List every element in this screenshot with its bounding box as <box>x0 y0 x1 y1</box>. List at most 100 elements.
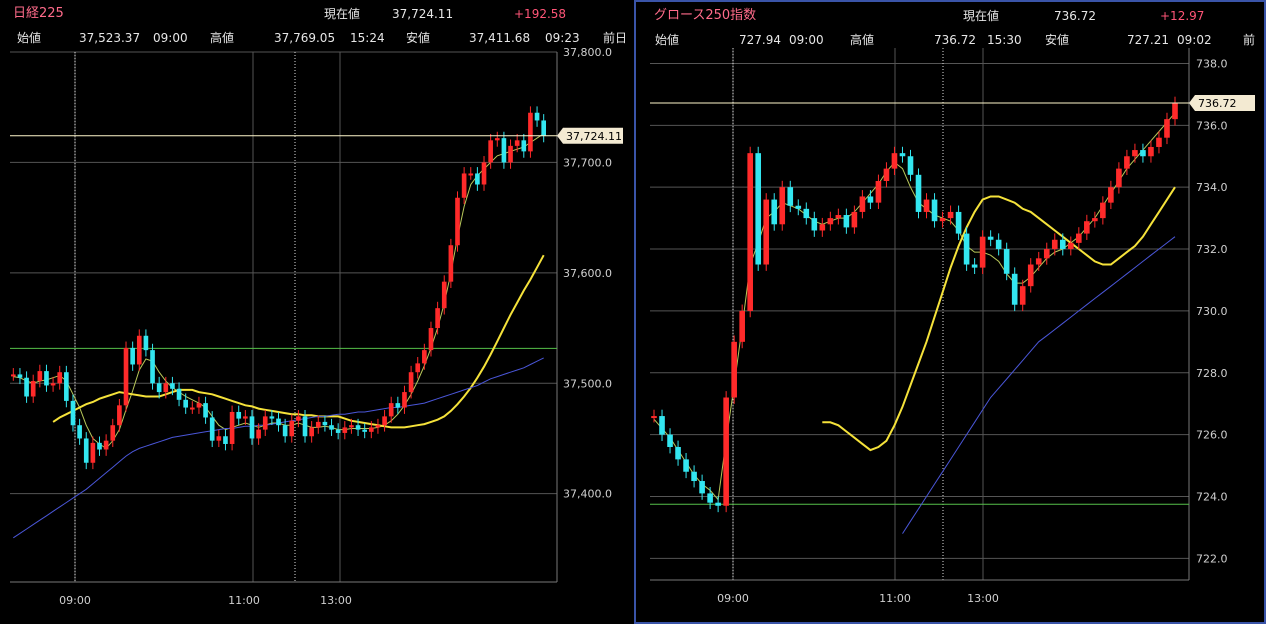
candle-body <box>739 310 745 342</box>
candle-body <box>223 436 228 444</box>
current-price-label: 736.72 <box>1198 97 1237 110</box>
candle-body <box>216 436 222 441</box>
candle-body <box>150 350 155 384</box>
candle-body <box>1116 168 1122 188</box>
candle-body <box>468 173 474 176</box>
candle-body <box>915 174 922 212</box>
candle-body <box>57 372 63 384</box>
candle-body <box>77 425 82 439</box>
current-price-label: 37,724.11 <box>566 130 622 143</box>
candle-body <box>883 168 890 181</box>
candle-body <box>803 208 810 219</box>
candle-body <box>1140 150 1146 157</box>
y-tick-label: 732.0 <box>1196 243 1228 256</box>
candle-body <box>475 173 480 185</box>
candle-body <box>1003 249 1010 274</box>
candle-body <box>17 374 23 378</box>
candle-body <box>368 427 374 432</box>
candle-body <box>1156 137 1162 147</box>
candle-body <box>963 233 970 265</box>
y-tick-label: 37,500.0 <box>563 377 612 390</box>
candle-body <box>322 421 328 426</box>
candle-body <box>196 403 202 408</box>
candle-body <box>787 187 794 206</box>
candle-body <box>249 416 255 439</box>
candle-body <box>1059 239 1066 250</box>
candle-body <box>659 416 665 435</box>
y-tick-label: 37,600.0 <box>563 267 612 280</box>
candle-body <box>302 416 308 437</box>
candle-body <box>176 388 182 400</box>
x-tick-label: 11:00 <box>228 594 260 607</box>
candle-body <box>335 429 341 433</box>
candle-body <box>1108 187 1114 203</box>
candle-body <box>707 493 713 503</box>
candle-body <box>461 173 467 198</box>
candle-body <box>1148 146 1154 157</box>
candle-body <box>130 347 135 365</box>
candle-body <box>30 381 36 397</box>
candle-body <box>209 417 215 441</box>
candle-body <box>315 421 321 428</box>
y-tick-label: 37,700.0 <box>563 156 612 169</box>
candle-body <box>355 425 361 430</box>
candle-body <box>947 211 954 219</box>
candle-body <box>779 187 786 225</box>
candle-body <box>795 205 802 209</box>
nikkei-candlestick-chart[interactable]: 37,800.0 37,700.0 37,600.0 37,500.0 37,400.0… <box>0 0 632 624</box>
candle-body <box>481 162 487 185</box>
growth250-chart-panel[interactable]: グロース250指数 現在値 736.72 +12.97 始値 727.94 09… <box>634 0 1266 624</box>
candle-body <box>289 420 295 437</box>
candle-body <box>859 196 866 212</box>
candle-body <box>1172 103 1178 120</box>
candle-body <box>1132 150 1138 157</box>
candle-body <box>488 140 493 163</box>
y-tick-label: 724.0 <box>1196 490 1228 503</box>
candle-body <box>1035 258 1042 265</box>
y-tick-label: 728.0 <box>1196 367 1228 380</box>
candle-body <box>1124 156 1130 169</box>
candle-body <box>342 427 348 433</box>
candle-body <box>1027 264 1034 287</box>
candle-body <box>651 416 657 419</box>
nikkei-chart-panel[interactable]: 日経225 現在値 37,724.11 +192.58 始値 37,523.37… <box>0 0 632 624</box>
candle-body <box>90 442 96 463</box>
candle-body <box>103 440 109 450</box>
candle-body <box>715 502 721 506</box>
candle-body <box>402 392 407 408</box>
candle-body <box>995 239 1002 250</box>
candle-body <box>1019 286 1026 305</box>
candle-body <box>395 403 401 408</box>
candle-body <box>455 197 460 246</box>
candle-body <box>691 471 697 482</box>
candle-body <box>843 215 850 228</box>
candle-body <box>1084 221 1090 234</box>
candle-body <box>229 411 235 444</box>
candle-body <box>699 481 705 494</box>
candle-body <box>541 120 547 136</box>
candle-body <box>987 236 994 240</box>
candle-body <box>1011 273 1018 305</box>
candle-body <box>528 112 533 152</box>
candle-body <box>763 199 770 265</box>
x-tick-label: 13:00 <box>320 594 352 607</box>
candle-body <box>296 416 301 421</box>
candle-body <box>269 416 275 419</box>
candle-body <box>329 425 334 430</box>
candle-body <box>97 442 102 450</box>
candle-body <box>10 374 16 377</box>
candle-body <box>747 153 753 311</box>
candle-body <box>931 199 938 222</box>
candle-body <box>494 138 500 141</box>
candle-body <box>501 138 507 163</box>
x-tick-label: 09:00 <box>717 592 749 605</box>
candle-body <box>243 416 248 419</box>
candle-body <box>236 411 242 419</box>
candle-body <box>183 399 189 408</box>
candle-body <box>136 335 142 365</box>
growth250-candlestick-chart[interactable]: 738.0 736.0 734.0 732.0 730.0 728.0 726.0 724.0… <box>636 2 1264 622</box>
candle-body <box>1043 249 1050 259</box>
moving-average-line <box>653 112 1176 501</box>
candle-body <box>408 372 414 393</box>
candle-body <box>415 363 421 373</box>
